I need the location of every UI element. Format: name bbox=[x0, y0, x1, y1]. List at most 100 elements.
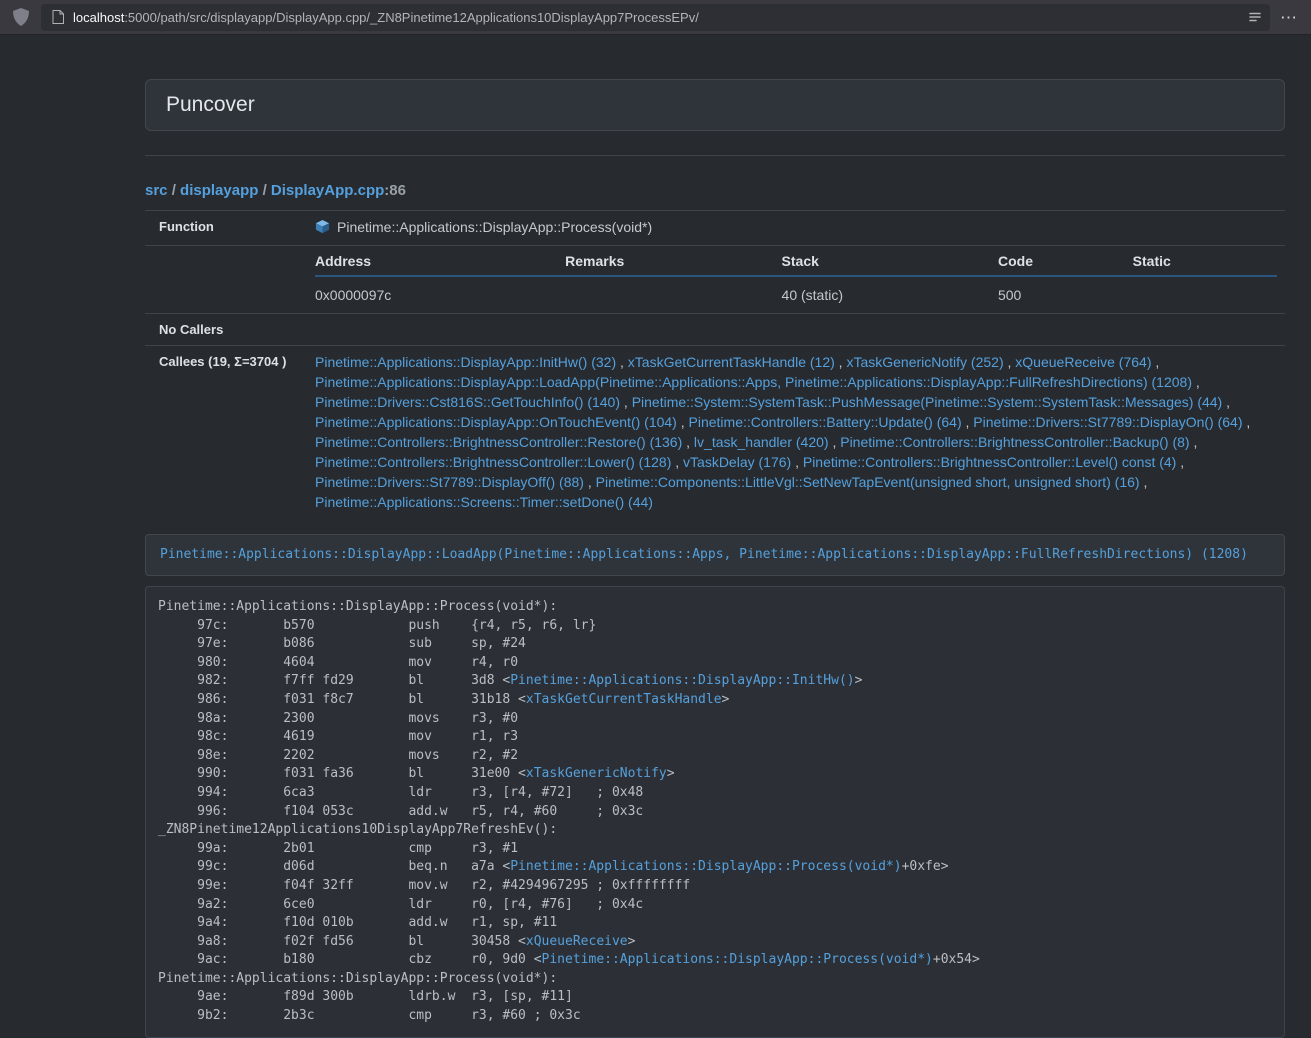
static-value bbox=[1133, 276, 1277, 313]
url-host: localhost bbox=[73, 10, 124, 25]
callee-separator: , bbox=[677, 414, 689, 430]
callee-link[interactable]: Pinetime::Drivers::St7789::DisplayOn() (… bbox=[973, 414, 1242, 430]
callee-separator: , bbox=[1176, 454, 1184, 470]
callee-separator: , bbox=[962, 414, 974, 430]
code-text: 98a: 2300 movs r3, #0 bbox=[158, 711, 518, 726]
code-symbol-link[interactable]: Pinetime::Applications::DisplayApp::Proc… bbox=[510, 859, 901, 874]
callee-link[interactable]: xTaskGetCurrentTaskHandle (12) bbox=[628, 354, 835, 370]
code-text: +0x54> bbox=[933, 952, 980, 967]
callee-link[interactable]: Pinetime::Applications::DisplayApp::Load… bbox=[315, 374, 1192, 390]
code-text: 990: f031 fa36 bl 31e00 < bbox=[158, 766, 526, 781]
no-callers-label: No Callers bbox=[145, 314, 303, 346]
callee-separator: , bbox=[1190, 434, 1198, 450]
callee-link[interactable]: Pinetime::Components::LittleVgl::SetNewT… bbox=[596, 474, 1140, 490]
callee-separator: , bbox=[584, 474, 596, 490]
url-path: :5000/path/src/displayapp/DisplayApp.cpp… bbox=[124, 10, 699, 25]
code-text: Pinetime::Applications::DisplayApp::Proc… bbox=[158, 971, 557, 986]
callee-separator: , bbox=[1192, 374, 1200, 390]
callee-separator: , bbox=[620, 394, 632, 410]
code-symbol-link[interactable]: xQueueReceive bbox=[526, 934, 628, 949]
code-text: Pinetime::Applications::DisplayApp::Proc… bbox=[158, 599, 557, 614]
callee-link[interactable]: vTaskDelay (176) bbox=[683, 454, 791, 470]
code-symbol-link[interactable]: xTaskGetCurrentTaskHandle bbox=[526, 692, 722, 707]
callee-link[interactable]: lv_task_handler (420) bbox=[694, 434, 829, 450]
callee-separator: , bbox=[1140, 474, 1148, 490]
callee-link[interactable]: Pinetime::Controllers::BrightnessControl… bbox=[803, 454, 1176, 470]
callee-link[interactable]: Pinetime::Controllers::BrightnessControl… bbox=[315, 454, 671, 470]
page-title: Puncover bbox=[166, 93, 1264, 117]
callee-separator: , bbox=[829, 434, 841, 450]
code-text: _ZN8Pinetime12Applications10DisplayApp7R… bbox=[158, 822, 557, 837]
column-header-remarks: Remarks bbox=[565, 246, 781, 276]
code-text: 986: f031 f8c7 bl 31b18 < bbox=[158, 692, 526, 707]
code-text: 982: f7ff fd29 bl 3d8 < bbox=[158, 673, 510, 688]
callee-separator: , bbox=[1243, 414, 1251, 430]
callee-link[interactable]: Pinetime::Controllers::BrightnessControl… bbox=[315, 434, 682, 450]
column-header-static: Static bbox=[1133, 246, 1277, 276]
column-header-code: Code bbox=[998, 246, 1133, 276]
code-symbol-link[interactable]: Pinetime::Applications::DisplayApp::Proc… bbox=[542, 952, 933, 967]
breadcrumb: src / displayapp / DisplayApp.cpp:86 bbox=[145, 182, 1285, 199]
symbol-link[interactable]: Pinetime::Applications::DisplayApp::Load… bbox=[160, 547, 1248, 562]
code-text: 9ac: b180 cbz r0, 9d0 < bbox=[158, 952, 542, 967]
code-text: > bbox=[855, 673, 863, 688]
function-label: Function bbox=[145, 211, 303, 246]
callee-link[interactable]: xTaskGenericNotify (252) bbox=[846, 354, 1003, 370]
url-bar[interactable]: localhost:5000/path/src/displayapp/Displ… bbox=[41, 4, 1270, 31]
callee-link[interactable]: xQueueReceive (764) bbox=[1015, 354, 1151, 370]
no-callers-cell bbox=[303, 314, 1285, 346]
code-text: 97c: b570 push {r4, r5, r6, lr} bbox=[158, 618, 596, 633]
stats-cell: Address Remarks Stack Code Static 0x0000… bbox=[303, 246, 1285, 314]
callee-link[interactable]: Pinetime::Applications::Screens::Timer::… bbox=[315, 494, 653, 510]
breadcrumb-separator: / bbox=[258, 182, 271, 199]
menu-dots-icon[interactable]: ⋯ bbox=[1280, 9, 1298, 26]
stats-table: Address Remarks Stack Code Static 0x0000… bbox=[315, 246, 1277, 313]
code-symbol-link[interactable]: Pinetime::Applications::DisplayApp::Init… bbox=[510, 673, 854, 688]
breadcrumb-link-src[interactable]: src bbox=[145, 182, 168, 199]
callee-link[interactable]: Pinetime::Applications::DisplayApp::Init… bbox=[315, 354, 616, 370]
disassembly-block: Pinetime::Applications::DisplayApp::Proc… bbox=[145, 586, 1285, 1038]
callee-separator: , bbox=[682, 434, 694, 450]
code-text: > bbox=[667, 766, 675, 781]
reader-mode-icon[interactable] bbox=[1248, 10, 1262, 24]
breadcrumb-link-displayapp[interactable]: displayapp bbox=[180, 182, 258, 199]
callee-link[interactable]: Pinetime::Applications::DisplayApp::OnTo… bbox=[315, 414, 677, 430]
code-text: 9a8: f02f fd56 bl 30458 < bbox=[158, 934, 526, 949]
code-text: 996: f104 053c add.w r5, r4, #60 ; 0x3c bbox=[158, 804, 643, 819]
divider bbox=[145, 155, 1285, 156]
url-text: localhost:5000/path/src/displayapp/Displ… bbox=[73, 10, 1240, 25]
code-text: 99c: d06d beq.n a7a < bbox=[158, 859, 510, 874]
browser-chrome: localhost:5000/path/src/displayapp/Displ… bbox=[0, 0, 1311, 35]
page-content: Puncover src / displayapp / DisplayApp.c… bbox=[145, 79, 1285, 1038]
remarks-value bbox=[565, 276, 781, 313]
callee-separator: , bbox=[1004, 354, 1016, 370]
callee-link[interactable]: Pinetime::Drivers::Cst816S::GetTouchInfo… bbox=[315, 394, 620, 410]
code-text: 98c: 4619 mov r1, r3 bbox=[158, 729, 518, 744]
symbol-highlight-box: Pinetime::Applications::DisplayApp::Load… bbox=[145, 534, 1285, 576]
breadcrumb-link-file[interactable]: DisplayApp.cpp bbox=[271, 182, 384, 199]
code-text: 98e: 2202 movs r2, #2 bbox=[158, 748, 518, 763]
callee-link[interactable]: Pinetime::System::SystemTask::PushMessag… bbox=[632, 394, 1223, 410]
code-text: 980: 4604 mov r4, r0 bbox=[158, 655, 518, 670]
code-text: 99a: 2b01 cmp r3, #1 bbox=[158, 841, 518, 856]
breadcrumb-line-number: :86 bbox=[384, 182, 406, 199]
code-text: 9a2: 6ce0 ldr r0, [r4, #76] ; 0x4c bbox=[158, 897, 643, 912]
callees-cell: Pinetime::Applications::DisplayApp::Init… bbox=[303, 346, 1285, 519]
code-text: 994: 6ca3 ldr r3, [r4, #72] ; 0x48 bbox=[158, 785, 643, 800]
page-info-icon[interactable] bbox=[52, 10, 64, 24]
stats-values-row: 0x0000097c 40 (static) 500 bbox=[315, 276, 1277, 313]
callee-link[interactable]: Pinetime::Drivers::St7789::DisplayOff() … bbox=[315, 474, 584, 490]
breadcrumb-separator: / bbox=[168, 182, 181, 199]
stack-value: 40 (static) bbox=[782, 276, 998, 313]
stats-label-empty bbox=[145, 246, 303, 314]
code-text: 9b2: 2b3c cmp r3, #60 ; 0x3c bbox=[158, 1008, 581, 1023]
column-header-address: Address bbox=[315, 246, 565, 276]
stats-header-row: Address Remarks Stack Code Static bbox=[315, 246, 1277, 276]
code-symbol-link[interactable]: xTaskGenericNotify bbox=[526, 766, 667, 781]
callees-label: Callees (19, Σ=3704 ) bbox=[145, 346, 303, 519]
callee-link[interactable]: Pinetime::Controllers::BrightnessControl… bbox=[840, 434, 1189, 450]
callee-link[interactable]: Pinetime::Controllers::Battery::Update()… bbox=[689, 414, 962, 430]
shield-icon[interactable] bbox=[13, 8, 29, 26]
callee-separator: , bbox=[1151, 354, 1159, 370]
code-text: > bbox=[722, 692, 730, 707]
